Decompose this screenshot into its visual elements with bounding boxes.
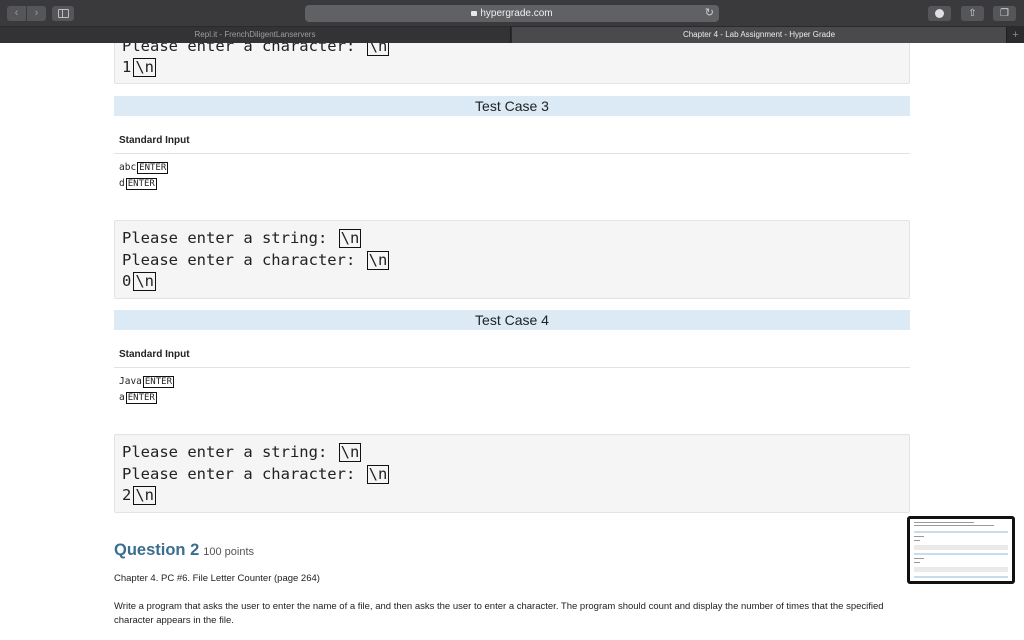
tab-hypergrade[interactable]: Chapter 4 - Lab Assignment - Hyper Grade: [512, 27, 1006, 43]
output-line: 2 \n: [122, 485, 157, 505]
test-case-3-header: Test Case 3: [114, 96, 910, 116]
output-text: 2: [122, 486, 132, 504]
output-line: Please enter a string: \n: [122, 442, 362, 462]
input-line: a ENTER: [119, 391, 157, 404]
thumbnail-header: [914, 531, 1008, 533]
chevron-left-icon[interactable]: ‹: [7, 6, 26, 21]
output-line: Please enter a string: \n: [122, 228, 362, 248]
output-text: Please enter a string:: [122, 443, 337, 461]
thumbnail-line: [914, 525, 994, 526]
newline-marker: \n: [133, 486, 157, 505]
newline-marker: \n: [366, 465, 390, 484]
enter-key-marker: ENTER: [125, 178, 157, 190]
page-thumbnail[interactable]: [907, 516, 1015, 584]
thumbnail-box: [914, 567, 1008, 572]
reload-icon[interactable]: ↻: [705, 7, 714, 20]
newline-marker: \n: [133, 272, 157, 291]
question-subtitle: Chapter 4. PC #6. File Letter Counter (p…: [114, 573, 320, 584]
thumbnail-box: [914, 545, 1008, 550]
output-line: Please enter a character: \n: [122, 464, 390, 484]
question-description: Write a program that asks the user to en…: [114, 601, 884, 626]
output-text: Please enter a character:: [122, 465, 365, 483]
output-box-test-case-4: Please enter a string: \n Please enter a…: [114, 434, 910, 513]
thumbnail-line: [914, 562, 920, 563]
download-icon[interactable]: [928, 6, 951, 21]
chevron-right-icon[interactable]: ›: [27, 6, 46, 21]
output-line: 0 \n: [122, 271, 157, 291]
new-tab-button[interactable]: +: [1006, 27, 1024, 43]
newline-marker: \n: [133, 58, 157, 77]
output-text: Please enter a character:: [122, 43, 365, 55]
output-line: 1 \n: [122, 57, 157, 77]
enter-key-marker: ENTER: [125, 392, 157, 404]
input-text: d: [119, 178, 125, 189]
thumbnail-header: [914, 553, 1008, 555]
divider: [114, 153, 910, 154]
question-points: 100 points: [203, 546, 255, 558]
thumbnail-line: [914, 558, 924, 559]
browser-toolbar: ‹ › hypergrade.com ↻ ⇧ ❐: [0, 0, 1024, 27]
output-text: 0: [122, 272, 132, 290]
share-icon[interactable]: ⇧: [961, 6, 984, 21]
enter-key-marker: ENTER: [142, 376, 174, 388]
question-title-text: Question 2: [114, 541, 200, 559]
thumbnail-line: [914, 536, 924, 537]
sidebar-icon[interactable]: [52, 6, 74, 21]
input-text: Java: [119, 376, 142, 387]
output-box-previous: Please enter a character: \n 1 \n: [114, 43, 910, 84]
output-text: Please enter a string:: [122, 229, 337, 247]
newline-marker: \n: [338, 229, 362, 248]
output-text: Please enter a character:: [122, 251, 365, 269]
page-thumbnail-preview: [910, 519, 1012, 581]
divider: [114, 367, 910, 368]
standard-input-label: Standard Input: [119, 349, 190, 360]
thumbnail-line: [914, 522, 974, 523]
input-line: Java ENTER: [119, 375, 174, 388]
thumbnail-header: [914, 576, 1008, 578]
input-line: abc ENTER: [119, 161, 169, 174]
output-line: Please enter a character: \n: [122, 43, 390, 56]
address-bar[interactable]: hypergrade.com ↻: [305, 5, 719, 22]
output-box-test-case-3: Please enter a string: \n Please enter a…: [114, 220, 910, 299]
url-text: hypergrade.com: [480, 8, 553, 19]
input-line: d ENTER: [119, 177, 157, 190]
page-content: Please enter a character: \n 1 \n Test Ca…: [0, 43, 1024, 640]
thumbnail-line: [914, 540, 920, 541]
tabs-overview-icon[interactable]: ❐: [993, 6, 1016, 21]
tab-replit[interactable]: Repl.it - FrenchDiligentLanservers: [0, 27, 511, 43]
question-title: Question 2 100 points: [114, 541, 254, 560]
output-line: Please enter a character: \n: [122, 250, 390, 270]
input-text: abc: [119, 162, 137, 173]
tab-bar: Repl.it - FrenchDiligentLanservers Chapt…: [0, 27, 1024, 43]
output-text: 1: [122, 58, 132, 76]
enter-key-marker: ENTER: [137, 162, 169, 174]
newline-marker: \n: [366, 251, 390, 270]
lock-icon: [471, 11, 478, 16]
newline-marker: \n: [338, 443, 362, 462]
standard-input-label: Standard Input: [119, 135, 190, 146]
input-text: a: [119, 392, 125, 403]
test-case-4-header: Test Case 4: [114, 310, 910, 330]
newline-marker: \n: [366, 43, 390, 56]
